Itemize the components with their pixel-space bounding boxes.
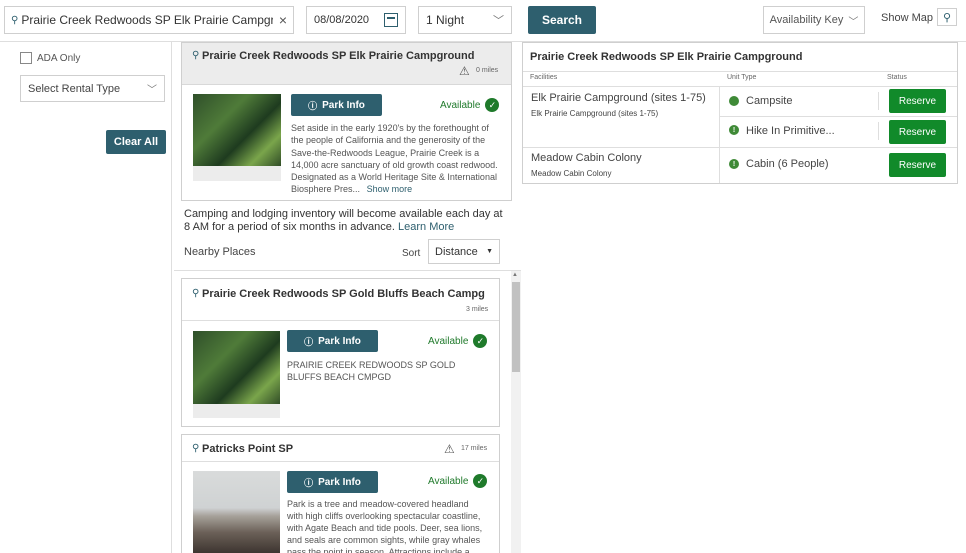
location-pin-icon: ⚲: [192, 288, 200, 299]
park-info-button[interactable]: ⓘ Park Info: [287, 471, 378, 493]
alert-dot-icon: !: [729, 159, 739, 169]
alert-dot-icon: !: [729, 125, 739, 135]
divider: [523, 147, 957, 148]
photo-placeholder: [193, 166, 281, 181]
search-input[interactable]: Prairie Creek Redwoods SP Elk Prairie Ca…: [21, 13, 272, 27]
show-map-label: Show Map: [881, 12, 933, 24]
selected-park-distance: 0 miles: [476, 67, 499, 74]
notice-text: Camping and lodging inventory will becom…: [184, 208, 503, 233]
divider: [523, 71, 957, 72]
clear-search-icon[interactable]: ×: [279, 12, 287, 28]
map-pin-icon: ⚲: [942, 11, 952, 24]
divider: [182, 461, 499, 462]
sort-value: Distance: [435, 245, 478, 258]
available-label: Available: [428, 335, 469, 347]
divider: [878, 122, 879, 140]
park-photo: [193, 331, 280, 404]
facility-name[interactable]: Meadow Cabin Colony: [531, 152, 642, 164]
park-info-label: Park Info: [322, 99, 365, 111]
learn-more-link[interactable]: Learn More: [398, 221, 454, 233]
nearby-heading: Nearby Places: [184, 246, 256, 258]
available-label: Available: [440, 99, 481, 111]
available-status: Available ✓: [428, 474, 488, 488]
unit-type[interactable]: Campsite: [746, 95, 792, 107]
location-pin-icon: ⚲: [11, 14, 19, 26]
ada-only-label: ADA Only: [37, 53, 81, 64]
divider: [719, 87, 720, 183]
unit-type[interactable]: Hike In Primitive...: [746, 125, 835, 137]
nights-value: 1 Night: [426, 13, 465, 27]
park-photo: [193, 471, 280, 553]
divider: [523, 86, 957, 87]
park-photo: [193, 94, 281, 166]
chevron-down-icon: ﹀: [493, 15, 504, 27]
info-icon: ⓘ: [304, 477, 314, 488]
warning-icon: ⚠: [444, 442, 455, 456]
photo-placeholder: [193, 404, 280, 418]
col-facilities: Facilities: [530, 74, 558, 81]
clear-all-button[interactable]: Clear All: [106, 130, 166, 154]
filters-column: [4, 42, 172, 553]
check-icon: ✓: [473, 334, 488, 348]
scroll-up-icon[interactable]: ▲: [512, 272, 518, 278]
info-icon: ⓘ: [304, 336, 314, 347]
rental-type-select[interactable]: Select Rental Type ﹀: [20, 75, 165, 102]
scrollbar-thumb[interactable]: [512, 282, 520, 372]
nearby-card-distance: 3 miles: [466, 306, 489, 313]
selected-description: Set aside in the early 1920's by the for…: [291, 122, 501, 196]
nearby-card-title[interactable]: Patricks Point SP: [202, 443, 293, 455]
facility-subname: Meadow Cabin Colony: [531, 169, 612, 178]
location-pin-icon: ⚲: [192, 50, 200, 61]
reserve-button[interactable]: Reserve: [889, 153, 946, 177]
availability-key-button[interactable]: Availability Key ﹀: [763, 6, 865, 34]
nearby-card-title[interactable]: Prairie Creek Redwoods SP Gold Bluffs Be…: [202, 288, 485, 300]
available-status: Available ✓: [440, 98, 500, 112]
unit-type[interactable]: Cabin (6 People): [746, 158, 829, 170]
facility-subname: Elk Prairie Campground (sites 1-75): [531, 109, 659, 118]
nearby-card-distance: 17 miles: [461, 445, 488, 452]
sort-label: Sort: [402, 248, 421, 259]
calendar-icon[interactable]: [384, 13, 398, 27]
park-info-label: Park Info: [318, 476, 361, 488]
info-icon: ⓘ: [308, 100, 318, 111]
chevron-down-icon: ﹀: [147, 85, 157, 96]
divider: [878, 92, 879, 110]
reserve-button[interactable]: Reserve: [889, 89, 946, 113]
chevron-down-icon: ﹀: [848, 16, 859, 28]
selected-park-title: Prairie Creek Redwoods SP Elk Prairie Ca…: [202, 50, 475, 62]
park-info-button[interactable]: ⓘ Park Info: [291, 94, 382, 116]
check-icon: ✓: [485, 98, 500, 112]
ada-only-checkbox[interactable]: [20, 52, 32, 64]
show-map-toggle[interactable]: ⚲: [937, 8, 957, 26]
location-pin-icon: ⚲: [192, 443, 200, 454]
inventory-notice: Camping and lodging inventory will becom…: [184, 208, 509, 234]
warning-icon: ⚠: [459, 64, 470, 78]
divider: [182, 320, 499, 321]
divider: [174, 270, 521, 271]
col-status: Status: [887, 74, 907, 81]
nearby-card-description: Park is a tree and meadow-covered headla…: [287, 499, 483, 553]
show-more-link[interactable]: Show more: [367, 184, 413, 194]
available-label: Available: [428, 475, 469, 487]
date-field[interactable]: 08/08/2020: [306, 6, 406, 34]
search-field[interactable]: ⚲ Prairie Creek Redwoods SP Elk Prairie …: [4, 6, 294, 34]
facility-name[interactable]: Elk Prairie Campground (sites 1-75): [531, 92, 706, 104]
nights-select[interactable]: 1 Night ﹀: [418, 6, 512, 34]
date-input[interactable]: 08/08/2020: [314, 14, 369, 26]
availability-key-label: Availability Key: [769, 14, 844, 26]
divider: [720, 116, 957, 117]
available-dot-icon: [729, 96, 739, 106]
dropdown-arrow-icon: ▼: [486, 248, 493, 255]
available-status: Available ✓: [428, 334, 488, 348]
nearby-card-description: PRAIRIE CREEK REDWOODS SP GOLD BLUFFS BE…: [287, 360, 456, 382]
reserve-button[interactable]: Reserve: [889, 120, 946, 144]
sort-select[interactable]: Distance ▼: [428, 239, 500, 264]
check-icon: ✓: [473, 474, 488, 488]
search-button[interactable]: Search: [528, 6, 596, 34]
park-info-button[interactable]: ⓘ Park Info: [287, 330, 378, 352]
rental-type-value: Select Rental Type: [28, 82, 121, 95]
park-info-label: Park Info: [318, 335, 361, 347]
facilities-title: Prairie Creek Redwoods SP Elk Prairie Ca…: [530, 51, 803, 63]
col-unit-type: Unit Type: [727, 74, 757, 81]
